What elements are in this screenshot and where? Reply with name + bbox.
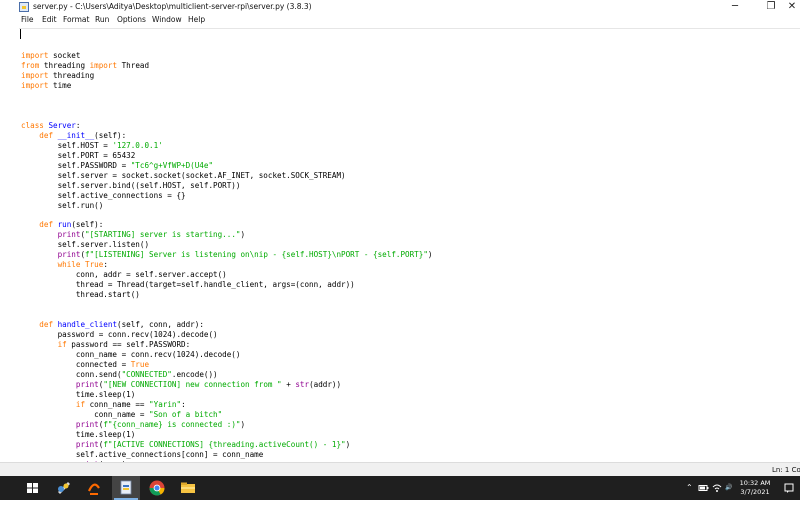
python-file-icon[interactable]	[112, 476, 140, 500]
close-button[interactable]: ✕	[784, 0, 800, 14]
menu-file[interactable]: File	[21, 14, 34, 26]
wifi-icon[interactable]	[712, 476, 722, 500]
code-line: print(f"{conn_name} is connected :)")	[75, 419, 246, 429]
idle-app-icon[interactable]	[19, 2, 29, 12]
title-bar: server.py - C:\Users\Aditya\Desktop\mult…	[0, 0, 800, 14]
menu-format[interactable]: Format	[63, 14, 89, 26]
code-line: self.server.bind((self.HOST, self.PORT))	[21, 180, 241, 190]
code-line: self.active_connections = {}	[21, 190, 186, 200]
code-text[interactable]: import socket from threading import Threa…	[21, 41, 432, 480]
code-line: def handle_client(self, conn, addr):	[39, 320, 204, 330]
minimize-button[interactable]: ─	[722, 0, 748, 14]
code-line: print("[STARTING] server is starting..."…	[57, 230, 246, 240]
code-line: class Server:	[21, 120, 81, 130]
menu-options[interactable]: Options	[117, 14, 146, 26]
code-line: connected = True	[21, 360, 150, 369]
windows-start-icon[interactable]	[19, 476, 47, 500]
menu-edit[interactable]: Edit	[42, 14, 57, 26]
file-explorer-icon[interactable]	[174, 476, 202, 500]
code-line: self.PASSWORD = "Tc6^g+VfWP+D(U4e"	[21, 160, 214, 170]
clock-date: 3/7/2021	[740, 487, 770, 496]
code-line: while True:	[57, 260, 108, 270]
code-line: if password == self.PASSWORD:	[57, 340, 191, 350]
code-line: thread = Thread(target=self.handle_clien…	[21, 280, 355, 290]
code-line: import threading	[21, 70, 95, 80]
system-clock[interactable]: 10:32 AM 3/7/2021	[733, 479, 777, 496]
code-line: from threading import Thread	[21, 60, 150, 70]
window-title: server.py - C:\Users\Aditya\Desktop\mult…	[33, 2, 312, 11]
code-line: self.run()	[21, 200, 104, 210]
code-line: print("[NEW CONNECTION] new connection f…	[75, 379, 342, 389]
code-line: print(f"[ACTIVE CONNECTIONS] {threading.…	[75, 439, 351, 449]
code-line: conn_name = "Son of a bitch"	[21, 409, 223, 419]
terminal-app-icon[interactable]	[80, 476, 108, 500]
code-line: thread.start()	[21, 290, 140, 300]
notification-icon[interactable]	[783, 476, 795, 500]
code-line: self.HOST = '127.0.0.1'	[21, 140, 163, 150]
code-editor[interactable]: import socket from threading import Threa…	[19, 28, 800, 479]
code-line: import time	[21, 80, 72, 90]
code-line: self.active_connections[conn] = conn_nam…	[21, 449, 264, 459]
menu-run[interactable]: Run	[95, 14, 109, 26]
text-cursor	[20, 29, 21, 39]
menu-window[interactable]: Window	[152, 14, 182, 26]
code-line: def __init__(self):	[39, 130, 127, 140]
code-line: import socket	[21, 50, 81, 60]
taskbar: ⌃ 🔊 10:32 AM 3/7/2021	[0, 476, 800, 500]
code-line: def run(self):	[39, 220, 104, 230]
code-line: conn.send("CONNECTED".encode())	[21, 369, 218, 379]
battery-icon[interactable]	[698, 476, 710, 500]
code-line: time.sleep(1)	[21, 429, 136, 439]
code-line: self.PORT = 65432	[21, 150, 136, 160]
code-line: print(f"[LISTENING] Server is listening …	[57, 250, 433, 260]
code-line: conn, addr = self.server.accept()	[21, 270, 227, 280]
clock-time: 10:32 AM	[739, 479, 771, 487]
code-line: self.server = socket.socket(socket.AF_IN…	[21, 170, 346, 180]
code-line: conn_name = conn.recv(1024).decode()	[21, 350, 241, 360]
code-line: password = conn.recv(1024).decode()	[21, 330, 218, 340]
volume-icon[interactable]: 🔊	[725, 476, 732, 500]
menu-help[interactable]: Help	[188, 14, 205, 26]
code-line: self.server.listen()	[21, 240, 150, 250]
code-line: time.sleep(1)	[21, 389, 136, 399]
maximize-button[interactable]: ❐	[758, 0, 784, 14]
menu-bar: File Edit Format Run Options Window Help	[0, 14, 800, 26]
chrome-icon[interactable]	[143, 476, 171, 500]
cursor-position: Ln: 1 Col: 0	[772, 466, 800, 474]
tray-overflow-chevron-icon[interactable]: ⌃	[686, 476, 693, 500]
python-idle-icon[interactable]	[50, 476, 78, 500]
code-line: if conn_name == "Yarin":	[75, 399, 186, 409]
status-bar: Ln: 1 Col: 0	[0, 462, 800, 477]
